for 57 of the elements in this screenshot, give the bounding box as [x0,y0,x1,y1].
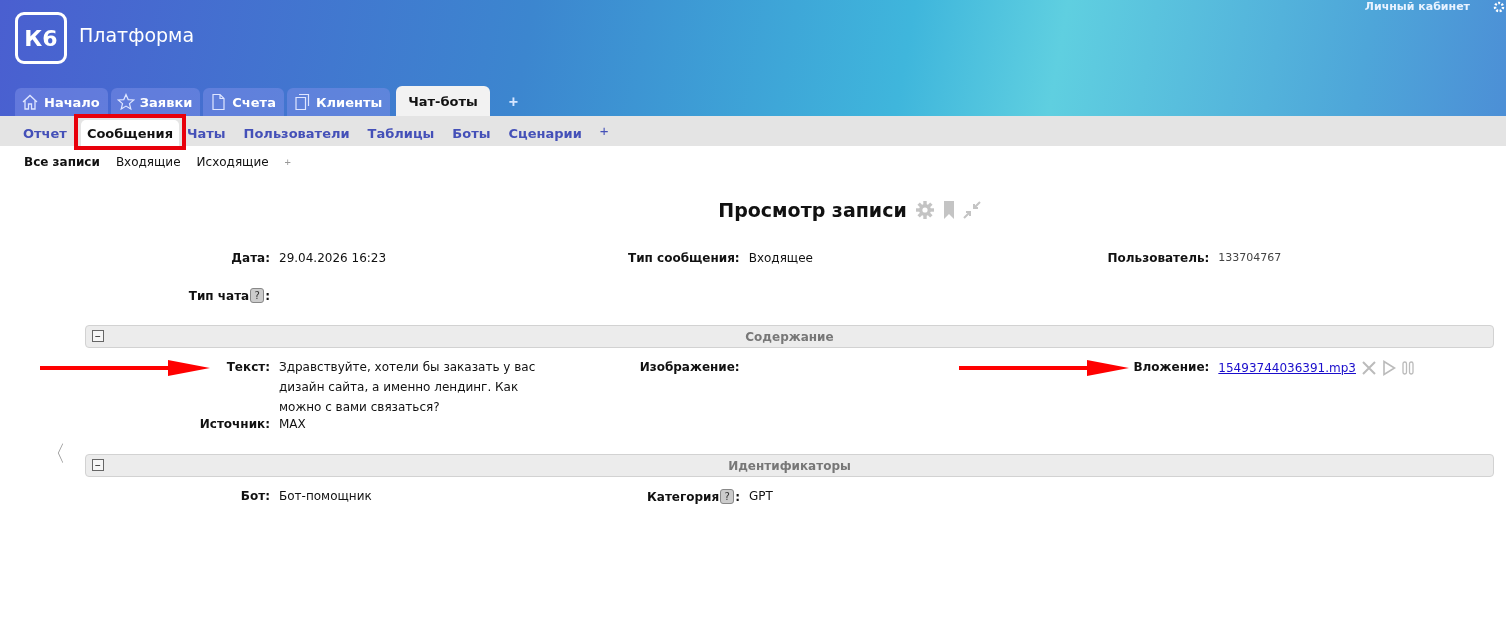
brand-title: Платформа [79,24,195,46]
field-label: Источник: [199,417,270,431]
home-icon [21,93,39,111]
add-subtab-button[interactable]: + [593,116,615,144]
field-value: 29.04.2026 16:23 [279,250,387,267]
filter-tab[interactable]: Исходящие [190,155,275,169]
field-value: MAX [279,416,306,433]
close-icon[interactable] [1361,360,1377,376]
help-icon[interactable]: ? [250,288,265,303]
subtab[interactable]: Боты [446,120,497,146]
filter-tab[interactable]: Все записи [18,155,106,169]
section-title: Содержание [745,329,834,344]
field-label: Категория [646,489,720,504]
back-button[interactable]: 〈 [44,439,66,469]
filter-tab[interactable]: Входящие [109,155,187,169]
help-icon[interactable]: ? [720,489,735,504]
field-value: 133704767 [1218,250,1282,266]
copy-icon [292,93,311,111]
logo: К6 [15,12,67,64]
play-icon[interactable] [1382,360,1396,376]
star-icon [116,93,135,111]
subtab[interactable]: Отчет [17,120,73,146]
field-value: Бот-помощник [279,488,372,505]
subtab[interactable]: Чаты [181,120,232,146]
field-value: GPT [749,488,773,505]
subtab[interactable]: Сценарии [502,120,588,146]
collapse-icon[interactable] [962,201,981,219]
nav-tab[interactable]: Начало [15,88,108,116]
section-title: Идентификаторы [728,458,851,473]
field-value: Здравствуйте, хотели бы заказать у вас дизайн сайта, а именно лендинг. Как можно с вами связаться? [279,359,537,416]
add-filter-button[interactable]: + [278,156,298,168]
field-label: Тип сообщения: [628,251,740,265]
label-colon: : [735,489,740,504]
field-value: Входящее [748,250,813,267]
field-label: Дата: [231,251,270,265]
field-label: Изображение: [639,360,740,374]
pause-icon[interactable] [1401,360,1415,376]
document-icon [209,93,228,111]
collapse-button[interactable]: − [92,330,104,342]
nav-tab[interactable]: Чат-боты [396,86,490,116]
file-link[interactable]: 15493744036391.mp3 [1218,361,1356,375]
page-title: Просмотр записи [718,199,907,221]
field-label: Текст: [226,360,270,374]
field-label: Вложение: [1133,360,1210,374]
subtab[interactable]: Сообщения [80,120,179,146]
nav-tab[interactable]: Клиенты [286,88,391,116]
nav-tab[interactable]: Счета [203,88,284,116]
field-label: Бот: [240,489,270,503]
subtab[interactable]: Пользователи [237,120,356,146]
bookmark-icon[interactable] [942,200,955,220]
nav-tab[interactable]: Заявки [110,88,201,116]
field-label: Тип чата [188,288,250,303]
add-tab-button[interactable]: + [492,88,535,116]
subtab[interactable]: Таблицы [361,120,441,146]
collapse-button[interactable]: − [92,459,104,471]
label-colon: : [265,288,270,303]
field-label: Пользователь: [1107,251,1210,265]
